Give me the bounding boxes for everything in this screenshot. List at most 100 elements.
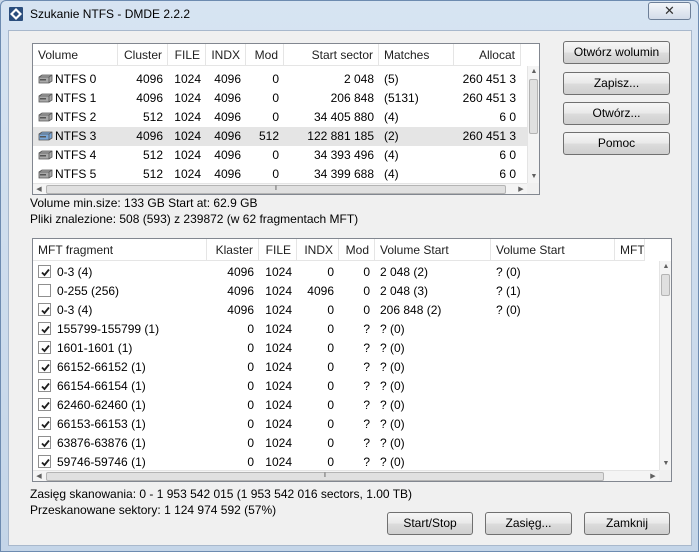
scroll-left-arrow-icon[interactable]: ◀ bbox=[33, 471, 45, 481]
fragment-row[interactable]: 0-3 (4) 4096 1024 0 0 2 048 (2) ? (0) bbox=[33, 263, 659, 282]
volume-row[interactable]: NTFS 2 512 1024 4096 0 34 405 880 (4) 6 0 bbox=[33, 108, 527, 127]
fragment-row[interactable]: 66154-66154 (1) 0 1024 0? ? (0) bbox=[33, 377, 659, 396]
fragment-checkbox[interactable] bbox=[38, 417, 51, 430]
fragment-row[interactable]: 62460-62460 (1) 0 1024 0? ? (0) bbox=[33, 396, 659, 415]
volume-cell-mod: 0 bbox=[272, 72, 279, 86]
column-header[interactable]: MFT bbox=[615, 239, 645, 261]
column-header[interactable]: Mod bbox=[339, 239, 375, 261]
fragment-checkbox[interactable] bbox=[38, 455, 51, 468]
column-header[interactable]: INDX bbox=[297, 239, 339, 261]
hdd-icon bbox=[38, 90, 53, 103]
volume-row[interactable]: NTFS 1 4096 1024 4096 0 206 848 (5131) 260 451 … bbox=[33, 89, 527, 108]
fragment-row[interactable]: 0-3 (4) 4096 1024 0 0 206 848 (2) ? (0) bbox=[33, 301, 659, 320]
fragment-cell-mod: 0 bbox=[363, 303, 370, 317]
scroll-right-arrow-icon[interactable]: ▶ bbox=[515, 184, 527, 194]
mft-fragments-list-header: MFT fragment Klaster FILE INDX Mod Volume Sta… bbox=[33, 239, 645, 261]
fragment-row[interactable]: 1601-1601 (1) 0 1024 0? ? (0) bbox=[33, 339, 659, 358]
column-header[interactable]: Klaster bbox=[207, 239, 259, 261]
column-header[interactable]: FILE bbox=[168, 44, 206, 66]
fragment-checkbox[interactable] bbox=[38, 303, 51, 316]
column-header[interactable]: Matches bbox=[379, 44, 454, 66]
volumes-horizontal-scrollbar[interactable]: ◀ ⦀ ▶ bbox=[33, 183, 527, 194]
volume-cell-matches: (4) bbox=[384, 167, 399, 181]
open-volume-button[interactable]: Otwórz wolumin bbox=[563, 41, 670, 64]
column-header[interactable]: Start sector bbox=[284, 44, 379, 66]
search-ntfs-window: Szukanie NTFS - DMDE 2.2.2 ✕ Volume Clust… bbox=[0, 0, 699, 552]
fragment-cell-vs1: ? (0) bbox=[380, 360, 405, 374]
fragment-cell-mod: ? bbox=[363, 322, 370, 336]
fragment-cell-indx: 0 bbox=[327, 417, 334, 431]
fragment-cell-file: 1024 bbox=[265, 303, 292, 317]
fragment-row[interactable]: 155799-155799 (1) 0 1024 0? ? (0) bbox=[33, 320, 659, 339]
checkmark-icon bbox=[41, 363, 50, 372]
volume-row[interactable]: NTFS 4 512 1024 4096 0 34 393 496 (4) 6 0 bbox=[33, 146, 527, 165]
column-header[interactable]: MFT fragment bbox=[33, 239, 207, 261]
volumes-list[interactable]: Volume Cluster FILE INDX Mod Start sector Matc… bbox=[32, 43, 540, 195]
close-button[interactable]: Zamknij bbox=[584, 512, 670, 535]
scroll-down-arrow-icon[interactable]: ▼ bbox=[660, 458, 671, 470]
volume-row[interactable]: NTFS 0 4096 1024 4096 0 2 048 (5) 260 451 3 bbox=[33, 70, 527, 89]
volume-name: NTFS 2 bbox=[55, 110, 97, 124]
column-header[interactable]: FILE bbox=[259, 239, 297, 261]
fragment-checkbox[interactable] bbox=[38, 322, 51, 335]
column-header[interactable]: Mod bbox=[246, 44, 284, 66]
column-header[interactable]: Allocat bbox=[454, 44, 521, 66]
scroll-up-arrow-icon[interactable]: ▲ bbox=[660, 261, 671, 273]
title-bar[interactable]: Szukanie NTFS - DMDE 2.2.2 ✕ bbox=[1, 1, 698, 27]
checkmark-icon bbox=[41, 458, 50, 467]
fragment-checkbox[interactable] bbox=[38, 398, 51, 411]
fragments-horizontal-scrollbar[interactable]: ◀ ⦀ ▶ bbox=[33, 470, 659, 481]
range-button[interactable]: Zasięg... bbox=[485, 512, 572, 535]
fragment-checkbox[interactable] bbox=[38, 341, 51, 354]
scanned-sectors-text: Przeskanowane sektory: 1 124 974 592 (57… bbox=[30, 503, 277, 517]
volume-cell-alloc: 6 0 bbox=[499, 148, 516, 162]
fragment-cell-klaster: 0 bbox=[247, 398, 254, 412]
fragment-row[interactable]: 0-255 (256) 4096 1024 4096 0 2 048 (3) ? (1) bbox=[33, 282, 659, 301]
fragment-row[interactable]: 66153-66153 (1) 0 1024 0? ? (0) bbox=[33, 415, 659, 434]
volumes-hscroll-thumb[interactable]: ⦀ bbox=[46, 185, 506, 194]
column-header[interactable]: INDX bbox=[206, 44, 246, 66]
save-button[interactable]: Zapisz... bbox=[563, 72, 670, 95]
fragment-row[interactable]: 63876-63876 (1) 0 1024 0? ? (0) bbox=[33, 434, 659, 453]
volume-cell-file: 1024 bbox=[174, 72, 201, 86]
scroll-down-arrow-icon[interactable]: ▼ bbox=[528, 171, 539, 183]
column-header[interactable]: Cluster bbox=[118, 44, 168, 66]
mft-fragments-list[interactable]: MFT fragment Klaster FILE INDX Mod Volume Sta… bbox=[32, 238, 672, 482]
volume-cell-cluster: 4096 bbox=[136, 129, 163, 143]
fragment-cell-vs2 bbox=[491, 358, 615, 377]
column-header[interactable]: Volume Start bbox=[491, 239, 615, 261]
fragments-vertical-scrollbar[interactable]: ▲ ▼ bbox=[659, 261, 671, 470]
column-header[interactable]: Volume bbox=[33, 44, 118, 66]
scroll-left-arrow-icon[interactable]: ◀ bbox=[33, 184, 45, 194]
fragment-cell-vs1: ? (0) bbox=[380, 341, 405, 355]
fragment-cell-vs1: ? (0) bbox=[380, 379, 405, 393]
start-stop-button[interactable]: Start/Stop bbox=[387, 512, 473, 535]
fragment-checkbox[interactable] bbox=[38, 379, 51, 392]
fragment-checkbox[interactable] bbox=[38, 360, 51, 373]
volume-row[interactable]: NTFS 3 4096 1024 4096 512 122 881 185 (2) 260 4… bbox=[33, 127, 527, 146]
volumes-scroll-thumb[interactable] bbox=[529, 79, 538, 134]
fragments-scroll-thumb[interactable] bbox=[661, 274, 670, 296]
open-button[interactable]: Otwórz... bbox=[563, 102, 670, 125]
scroll-right-arrow-icon[interactable]: ▶ bbox=[647, 471, 659, 481]
fragment-checkbox[interactable] bbox=[38, 436, 51, 449]
fragment-name: 155799-155799 (1) bbox=[57, 322, 160, 336]
fragment-cell-name: 66153-66153 (1) bbox=[33, 415, 207, 434]
fragment-cell-indx: 4096 bbox=[307, 284, 334, 298]
scroll-up-arrow-icon[interactable]: ▲ bbox=[528, 66, 539, 78]
fragment-checkbox[interactable] bbox=[38, 265, 51, 278]
fragments-hscroll-thumb[interactable]: ⦀ bbox=[46, 472, 604, 481]
scan-range-text: Zasięg skanowania: 0 - 1 953 542 015 (1 … bbox=[30, 487, 413, 501]
volume-cell-mod: 0 bbox=[272, 110, 279, 124]
volume-row[interactable]: NTFS 5 512 1024 4096 0 34 399 688 (4) 6 0 bbox=[33, 165, 527, 184]
fragment-row[interactable]: 66152-66152 (1) 0 1024 0? ? (0) bbox=[33, 358, 659, 377]
volume-cell-mod: 0 bbox=[272, 91, 279, 105]
volumes-vertical-scrollbar[interactable]: ▲ ▼ bbox=[527, 66, 539, 183]
fragment-checkbox[interactable] bbox=[38, 284, 51, 297]
fragment-cell-mod: ? bbox=[363, 417, 370, 431]
column-header[interactable]: Volume Start bbox=[375, 239, 491, 261]
help-button[interactable]: Pomoc bbox=[563, 132, 670, 155]
checkmark-icon bbox=[41, 420, 50, 429]
window-close-button[interactable]: ✕ bbox=[648, 2, 691, 20]
fragment-cell-mod: ? bbox=[363, 379, 370, 393]
